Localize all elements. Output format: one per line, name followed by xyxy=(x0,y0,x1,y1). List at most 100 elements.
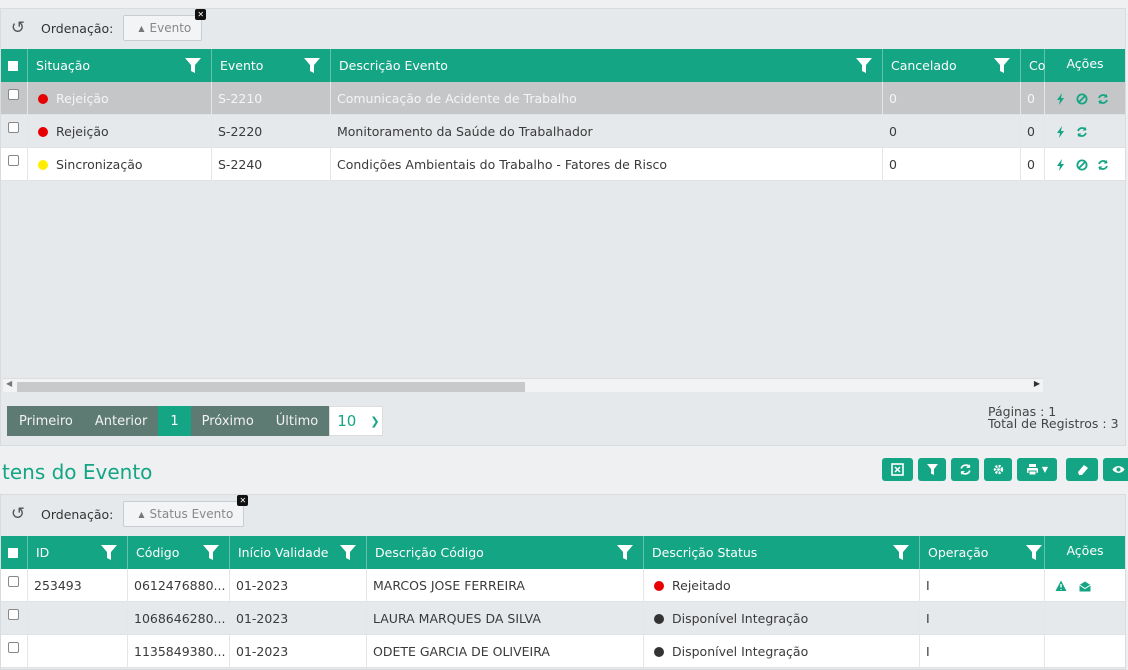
header-descricao-status[interactable]: Descrição Status xyxy=(644,536,920,569)
row-select[interactable] xyxy=(1,635,28,668)
filter-icon[interactable] xyxy=(304,58,320,73)
header-operacao-label: Operação xyxy=(928,545,989,560)
cell-id xyxy=(28,602,128,635)
eventos-toolbar: ↺ Ordenação: ▲ Evento ✕ xyxy=(1,9,1125,47)
filter-icon[interactable] xyxy=(893,545,909,560)
scrollbar-thumb[interactable] xyxy=(17,382,525,392)
select-all-checkbox[interactable] xyxy=(8,60,18,71)
refresh-icon[interactable]: ↺ xyxy=(1,504,35,524)
ordenacao-chip-label: Status Evento xyxy=(149,507,234,521)
ban-icon[interactable] xyxy=(1076,159,1088,171)
header-co[interactable]: Co xyxy=(1021,49,1045,82)
header-descricao-evento[interactable]: Descrição Evento xyxy=(331,49,883,82)
sort-asc-icon: ▲ xyxy=(138,23,145,33)
scroll-right-icon[interactable]: ▶ xyxy=(1034,379,1040,388)
header-descricao-codigo[interactable]: Descrição Código xyxy=(367,536,644,569)
filter-button[interactable] xyxy=(918,458,946,481)
status-dot xyxy=(654,580,664,591)
row-select[interactable] xyxy=(1,82,28,115)
cell-acoes xyxy=(1045,115,1125,148)
page-size-value: 10 xyxy=(337,412,357,430)
sync-icon[interactable] xyxy=(1076,126,1088,138)
pager-first-button[interactable]: Primeiro xyxy=(7,406,84,436)
filter-icon[interactable] xyxy=(994,58,1010,73)
warning-icon[interactable] xyxy=(1055,580,1067,592)
cell-co: 0 xyxy=(1021,82,1045,115)
table-row[interactable]: Rejeição S-2210 Comunicação de Acidente … xyxy=(1,82,1125,115)
filter-icon[interactable] xyxy=(856,58,872,73)
gear-icon xyxy=(993,464,1003,475)
itens-toolbar: ▼ xyxy=(882,458,1128,481)
row-select[interactable] xyxy=(1,148,28,181)
table-row[interactable]: 253493 0612476880... 01-2023 MARCOS JOSE… xyxy=(1,569,1125,602)
table-row[interactable]: 1068646280... 01-2023 LAURA MARQUES DA S… xyxy=(1,602,1125,635)
refresh-icon[interactable]: ↺ xyxy=(1,18,35,38)
ban-icon[interactable] xyxy=(1076,93,1088,105)
row-checkbox[interactable] xyxy=(8,89,19,100)
cell-descricao: Monitoramento da Saúde do Trabalhador xyxy=(331,115,883,148)
header-id[interactable]: ID xyxy=(28,536,128,569)
cell-situacao: Rejeição xyxy=(28,115,212,148)
operacao-text: I xyxy=(926,578,930,593)
filter-icon[interactable] xyxy=(1026,545,1042,560)
header-descricao-codigo-label: Descrição Código xyxy=(375,545,484,560)
row-checkbox[interactable] xyxy=(8,155,19,166)
select-all-checkbox[interactable] xyxy=(8,547,18,558)
row-checkbox[interactable] xyxy=(8,122,19,133)
horizontal-scrollbar[interactable]: ◀ ▶ xyxy=(3,378,1043,392)
refresh-button[interactable] xyxy=(951,458,979,481)
remove-sort-icon[interactable]: ✕ xyxy=(237,495,249,506)
cell-descricao-codigo: LAURA MARQUES DA SILVA xyxy=(367,602,644,635)
filter-icon[interactable] xyxy=(340,545,356,560)
co-text: 0 xyxy=(1027,157,1035,172)
header-inicio-validade[interactable]: Início Validade xyxy=(230,536,367,569)
cell-descricao: Condições Ambientais do Trabalho - Fator… xyxy=(331,148,883,181)
filter-icon[interactable] xyxy=(203,545,219,560)
ordenacao-chip-status[interactable]: ▲ Status Evento ✕ xyxy=(123,495,249,527)
cell-id: 253493 xyxy=(28,569,128,602)
bolt-icon[interactable] xyxy=(1055,158,1067,171)
filter-icon[interactable] xyxy=(617,545,633,560)
filter-icon[interactable] xyxy=(101,545,117,560)
sync-icon[interactable] xyxy=(1097,93,1109,105)
evento-text: S-2210 xyxy=(218,91,263,106)
print-button[interactable]: ▼ xyxy=(1017,458,1057,481)
clear-button[interactable] xyxy=(1066,458,1098,481)
row-checkbox[interactable] xyxy=(8,576,19,587)
header-situacao[interactable]: Situação xyxy=(28,49,212,82)
pager-last-button[interactable]: Último xyxy=(264,406,330,436)
cell-acoes xyxy=(1045,82,1125,115)
pager-prev-button[interactable]: Anterior xyxy=(83,406,159,436)
pager-info: Páginas : 1 Total de Registros : 3 xyxy=(988,405,1119,430)
row-select[interactable] xyxy=(1,602,28,635)
bolt-icon[interactable] xyxy=(1055,125,1067,138)
cell-acoes xyxy=(1045,148,1125,181)
ordenacao-chip-evento[interactable]: ▲ Evento ✕ xyxy=(123,9,207,41)
settings-button[interactable] xyxy=(984,458,1012,481)
row-select[interactable] xyxy=(1,569,28,602)
page-size-select[interactable]: 10 ❯ xyxy=(329,406,384,436)
row-checkbox[interactable] xyxy=(8,609,19,620)
excel-export-button[interactable] xyxy=(882,458,913,481)
cell-descricao-codigo: MARCOS JOSE FERREIRA xyxy=(367,569,644,602)
header-evento[interactable]: Evento xyxy=(212,49,331,82)
row-checkbox[interactable] xyxy=(8,642,19,653)
bolt-icon[interactable] xyxy=(1055,92,1067,105)
pager-next-button[interactable]: Próximo xyxy=(190,406,265,436)
envelope-open-icon[interactable] xyxy=(1079,580,1091,592)
filter-icon[interactable] xyxy=(185,58,201,73)
table-row[interactable]: 1135849380... 01-2023 ODETE GARCIA DE OL… xyxy=(1,635,1125,668)
header-codigo[interactable]: Código xyxy=(128,536,230,569)
table-row[interactable]: Sincronização S-2240 Condições Ambientai… xyxy=(1,148,1125,181)
header-select-all[interactable] xyxy=(1,49,28,82)
sync-icon[interactable] xyxy=(1097,159,1109,171)
view-button[interactable] xyxy=(1103,458,1128,481)
pager-page-1[interactable]: 1 xyxy=(158,406,191,436)
header-select-all[interactable] xyxy=(1,536,28,569)
scroll-left-icon[interactable]: ◀ xyxy=(6,379,12,388)
header-cancelado[interactable]: Cancelado xyxy=(883,49,1021,82)
remove-sort-icon[interactable]: ✕ xyxy=(195,9,207,20)
header-operacao[interactable]: Operação xyxy=(920,536,1045,569)
table-row[interactable]: Rejeição S-2220 Monitoramento da Saúde d… xyxy=(1,115,1125,148)
row-select[interactable] xyxy=(1,115,28,148)
